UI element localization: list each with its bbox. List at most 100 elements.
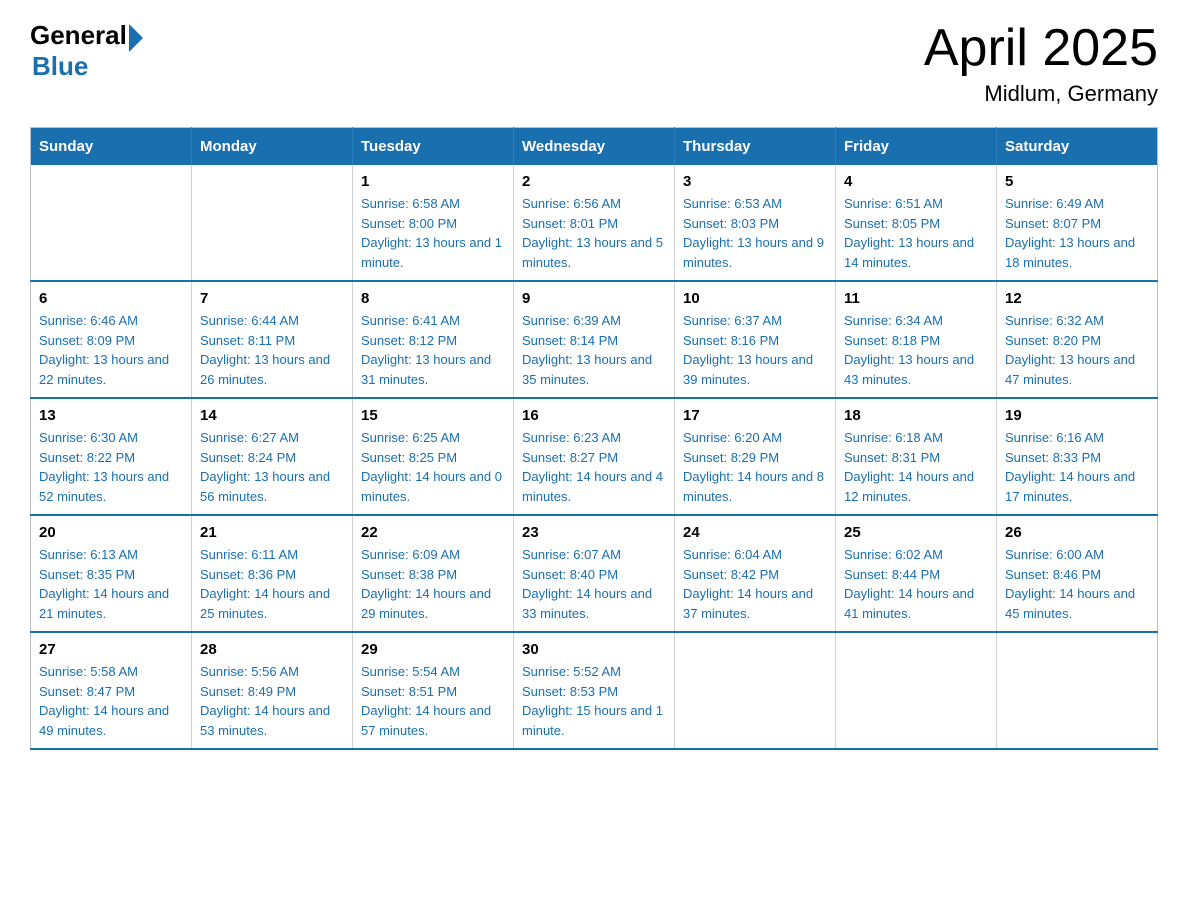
cell-date-number: 14: [200, 407, 344, 424]
calendar-cell: 24 Sunrise: 6:04 AM Sunset: 8:42 PM Dayli…: [675, 515, 836, 632]
cell-info-text: Sunrise: 6:04 AM Sunset: 8:42 PM Dayligh…: [683, 545, 827, 623]
calendar-week-4: 20Sunrise: 6:13 AM Sunset: 8:35 PM Dayli…: [31, 515, 1158, 632]
calendar-cell: [997, 632, 1158, 749]
cell-info-text: Sunrise: 6:09 AM Sunset: 8:38 PM Dayligh…: [361, 545, 505, 623]
calendar-cell: 18Sunrise: 6:18 AM Sunset: 8:31 PM Dayli…: [836, 398, 997, 515]
calendar-cell: 23 Sunrise: 6:07 AM Sunset: 8:40 PM Dayli…: [514, 515, 675, 632]
cell-info-text: Sunrise: 6:37 AM Sunset: 8:16 PM Dayligh…: [683, 311, 827, 389]
page-header: General Blue April 2025 Midlum, Germany: [30, 20, 1158, 107]
day-header-saturday: Saturday: [997, 128, 1158, 166]
cell-info-text: Sunrise: 6:41 AM Sunset: 8:12 PM Dayligh…: [361, 311, 505, 389]
cell-date-number: 12: [1005, 290, 1149, 307]
cell-date-number: 15: [361, 407, 505, 424]
cell-info-text: Sunrise: 5:54 AM Sunset: 8:51 PM Dayligh…: [361, 662, 505, 740]
logo-general-text: General: [30, 20, 127, 51]
cell-date-number: 28: [200, 641, 344, 658]
calendar-cell: 1 Sunrise: 6:58 AM Sunset: 8:00 PM Daylig…: [353, 165, 514, 281]
calendar-cell: 28 Sunrise: 5:56 AM Sunset: 8:49 PM Dayli…: [192, 632, 353, 749]
calendar-cell: 19 Sunrise: 6:16 AM Sunset: 8:33 PM Dayli…: [997, 398, 1158, 515]
cell-info-text: Sunrise: 6:11 AM Sunset: 8:36 PM Dayligh…: [200, 545, 344, 623]
calendar-subtitle: Midlum, Germany: [924, 81, 1158, 107]
calendar-week-3: 13Sunrise: 6:30 AM Sunset: 8:22 PM Dayli…: [31, 398, 1158, 515]
calendar-cell: 15 Sunrise: 6:25 AM Sunset: 8:25 PM Dayli…: [353, 398, 514, 515]
calendar-cell: 21 Sunrise: 6:11 AM Sunset: 8:36 PM Dayli…: [192, 515, 353, 632]
calendar-cell: 12 Sunrise: 6:32 AM Sunset: 8:20 PM Dayli…: [997, 281, 1158, 398]
day-header-tuesday: Tuesday: [353, 128, 514, 166]
calendar-cell: 7Sunrise: 6:44 AM Sunset: 8:11 PM Daylig…: [192, 281, 353, 398]
cell-date-number: 30: [522, 641, 666, 658]
cell-date-number: 11: [844, 290, 988, 307]
cell-date-number: 8: [361, 290, 505, 307]
cell-info-text: Sunrise: 5:58 AM Sunset: 8:47 PM Dayligh…: [39, 662, 183, 740]
cell-info-text: Sunrise: 6:16 AM Sunset: 8:33 PM Dayligh…: [1005, 428, 1149, 506]
calendar-cell: 8 Sunrise: 6:41 AM Sunset: 8:12 PM Daylig…: [353, 281, 514, 398]
calendar-cell: 30Sunrise: 5:52 AM Sunset: 8:53 PM Dayli…: [514, 632, 675, 749]
cell-date-number: 22: [361, 524, 505, 541]
cell-info-text: Sunrise: 6:49 AM Sunset: 8:07 PM Dayligh…: [1005, 194, 1149, 272]
cell-date-number: 27: [39, 641, 183, 658]
calendar-cell: 25 Sunrise: 6:02 AM Sunset: 8:44 PM Dayli…: [836, 515, 997, 632]
calendar-cell: 11 Sunrise: 6:34 AM Sunset: 8:18 PM Dayli…: [836, 281, 997, 398]
cell-date-number: 10: [683, 290, 827, 307]
cell-date-number: 29: [361, 641, 505, 658]
cell-info-text: Sunrise: 6:44 AM Sunset: 8:11 PM Dayligh…: [200, 311, 344, 389]
cell-date-number: 23: [522, 524, 666, 541]
day-header-monday: Monday: [192, 128, 353, 166]
cell-info-text: Sunrise: 6:23 AM Sunset: 8:27 PM Dayligh…: [522, 428, 666, 506]
cell-date-number: 4: [844, 173, 988, 190]
logo-triangle-icon: [129, 24, 143, 52]
cell-info-text: Sunrise: 6:07 AM Sunset: 8:40 PM Dayligh…: [522, 545, 666, 623]
cell-date-number: 25: [844, 524, 988, 541]
cell-date-number: 26: [1005, 524, 1149, 541]
calendar-cell: 9 Sunrise: 6:39 AM Sunset: 8:14 PM Daylig…: [514, 281, 675, 398]
cell-info-text: Sunrise: 5:56 AM Sunset: 8:49 PM Dayligh…: [200, 662, 344, 740]
cell-info-text: Sunrise: 6:13 AM Sunset: 8:35 PM Dayligh…: [39, 545, 183, 623]
cell-info-text: Sunrise: 6:32 AM Sunset: 8:20 PM Dayligh…: [1005, 311, 1149, 389]
cell-info-text: Sunrise: 6:20 AM Sunset: 8:29 PM Dayligh…: [683, 428, 827, 506]
calendar-week-5: 27 Sunrise: 5:58 AM Sunset: 8:47 PM Dayli…: [31, 632, 1158, 749]
calendar-cell: 14Sunrise: 6:27 AM Sunset: 8:24 PM Dayli…: [192, 398, 353, 515]
logo-blue-text: Blue: [32, 51, 88, 81]
cell-date-number: 1: [361, 173, 505, 190]
cell-info-text: Sunrise: 6:18 AM Sunset: 8:31 PM Dayligh…: [844, 428, 988, 506]
cell-info-text: Sunrise: 6:02 AM Sunset: 8:44 PM Dayligh…: [844, 545, 988, 623]
cell-date-number: 3: [683, 173, 827, 190]
cell-date-number: 19: [1005, 407, 1149, 424]
cell-info-text: Sunrise: 6:34 AM Sunset: 8:18 PM Dayligh…: [844, 311, 988, 389]
cell-date-number: 2: [522, 173, 666, 190]
cell-date-number: 6: [39, 290, 183, 307]
cell-date-number: 21: [200, 524, 344, 541]
cell-info-text: Sunrise: 6:25 AM Sunset: 8:25 PM Dayligh…: [361, 428, 505, 506]
cell-info-text: Sunrise: 6:46 AM Sunset: 8:09 PM Dayligh…: [39, 311, 183, 389]
cell-info-text: Sunrise: 6:39 AM Sunset: 8:14 PM Dayligh…: [522, 311, 666, 389]
calendar-cell: 29 Sunrise: 5:54 AM Sunset: 8:51 PM Dayli…: [353, 632, 514, 749]
calendar-cell: 2 Sunrise: 6:56 AM Sunset: 8:01 PM Daylig…: [514, 165, 675, 281]
calendar-cell: [31, 165, 192, 281]
calendar-week-1: 1 Sunrise: 6:58 AM Sunset: 8:00 PM Daylig…: [31, 165, 1158, 281]
cell-info-text: Sunrise: 6:58 AM Sunset: 8:00 PM Dayligh…: [361, 194, 505, 272]
calendar-cell: 27 Sunrise: 5:58 AM Sunset: 8:47 PM Dayli…: [31, 632, 192, 749]
calendar-cell: [675, 632, 836, 749]
cell-info-text: Sunrise: 6:53 AM Sunset: 8:03 PM Dayligh…: [683, 194, 827, 272]
calendar-cell: 16Sunrise: 6:23 AM Sunset: 8:27 PM Dayli…: [514, 398, 675, 515]
cell-info-text: Sunrise: 6:56 AM Sunset: 8:01 PM Dayligh…: [522, 194, 666, 272]
day-header-friday: Friday: [836, 128, 997, 166]
cell-date-number: 5: [1005, 173, 1149, 190]
calendar-cell: 6 Sunrise: 6:46 AM Sunset: 8:09 PM Daylig…: [31, 281, 192, 398]
day-header-sunday: Sunday: [31, 128, 192, 166]
cell-date-number: 9: [522, 290, 666, 307]
calendar-cell: 26 Sunrise: 6:00 AM Sunset: 8:46 PM Dayli…: [997, 515, 1158, 632]
cell-date-number: 24: [683, 524, 827, 541]
day-header-wednesday: Wednesday: [514, 128, 675, 166]
cell-info-text: Sunrise: 6:00 AM Sunset: 8:46 PM Dayligh…: [1005, 545, 1149, 623]
day-header-thursday: Thursday: [675, 128, 836, 166]
calendar-cell: 13Sunrise: 6:30 AM Sunset: 8:22 PM Dayli…: [31, 398, 192, 515]
calendar-cell: 17 Sunrise: 6:20 AM Sunset: 8:29 PM Dayli…: [675, 398, 836, 515]
logo: General Blue: [30, 20, 143, 82]
calendar-table: SundayMondayTuesdayWednesdayThursdayFrid…: [30, 127, 1158, 750]
cell-info-text: Sunrise: 6:51 AM Sunset: 8:05 PM Dayligh…: [844, 194, 988, 272]
cell-date-number: 17: [683, 407, 827, 424]
calendar-cell: 3 Sunrise: 6:53 AM Sunset: 8:03 PM Daylig…: [675, 165, 836, 281]
cell-info-text: Sunrise: 6:30 AM Sunset: 8:22 PM Dayligh…: [39, 428, 183, 506]
calendar-cell: [192, 165, 353, 281]
